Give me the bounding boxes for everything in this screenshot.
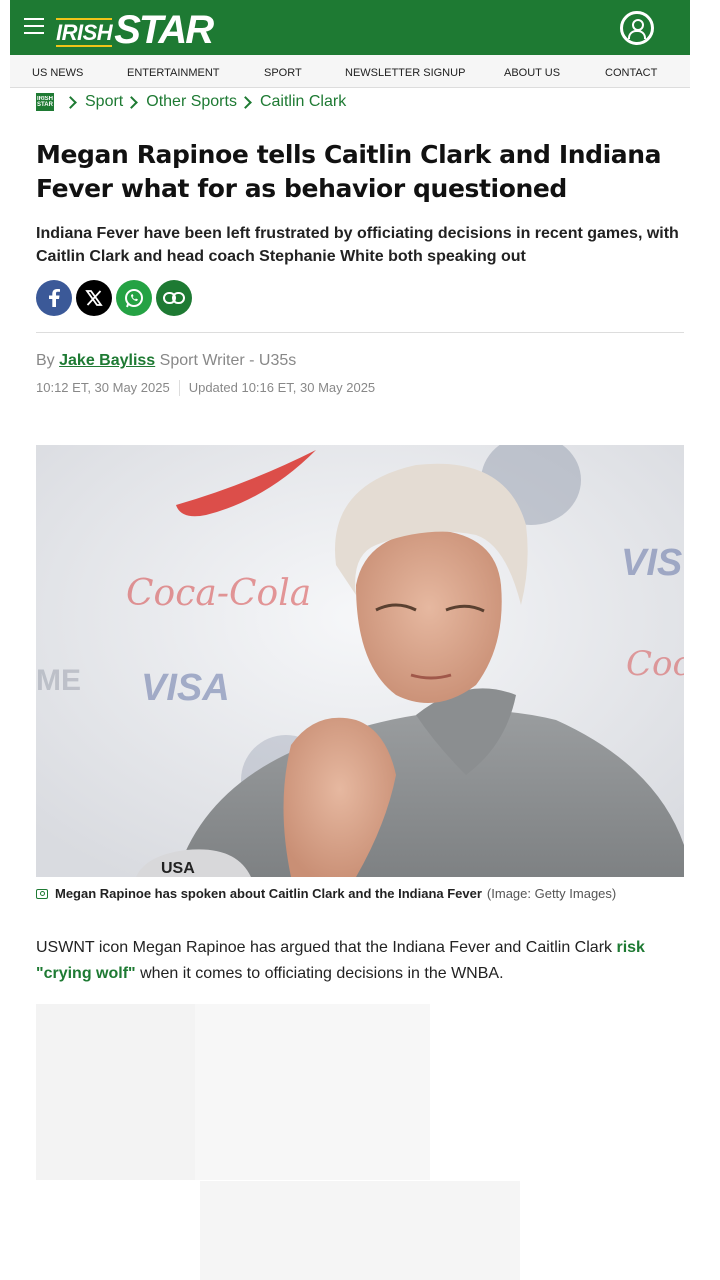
nav-newsletter-signup[interactable]: NEWSLETTER SIGNUP	[345, 67, 465, 79]
caption-text: Megan Rapinoe has spoken about Caitlin C…	[55, 886, 482, 901]
logo-star-text: STAR	[114, 8, 214, 52]
nav-entertainment[interactable]: ENTERTAINMENT	[127, 67, 220, 79]
author-role: Sport Writer - U35s	[159, 352, 297, 369]
hero-photo: Coca-Cola VISA VIS ME Coca USA	[36, 445, 684, 877]
paragraph-text-after: when it comes to officiating decisions i…	[140, 965, 504, 982]
nav-contact[interactable]: CONTACT	[605, 67, 657, 79]
x-icon	[85, 290, 103, 306]
logo-irish-text: IRISH	[56, 18, 113, 50]
nav-sport[interactable]: SPORT	[264, 67, 302, 79]
breadcrumb-sport[interactable]: Sport	[85, 93, 123, 111]
chevron-right-icon	[64, 95, 77, 109]
breadcrumb-home-icon[interactable]: IRISH STAR	[36, 93, 54, 111]
facebook-icon	[49, 289, 60, 307]
breadcrumb-home-logo-text: IRISH STAR	[37, 96, 53, 108]
nav-us-news[interactable]: US NEWS	[32, 67, 83, 79]
article-headline: Megan Rapinoe tells Caitlin Clark and In…	[36, 140, 662, 203]
camera-icon	[36, 888, 48, 899]
x-share-button[interactable]	[76, 280, 112, 316]
hero-image[interactable]: Coca-Cola VISA VIS ME Coca USA	[36, 445, 684, 877]
svg-text:VIS: VIS	[621, 542, 682, 584]
article-paragraph: USWNT icon Megan Rapinoe has argued that…	[36, 935, 686, 987]
link-icon	[163, 292, 185, 304]
byline-prefix: By	[36, 352, 55, 369]
whatsapp-icon	[125, 289, 143, 308]
menu-icon[interactable]	[24, 18, 44, 36]
byline: By Jake Bayliss Sport Writer - U35s	[36, 352, 296, 370]
chevron-right-icon	[125, 95, 139, 109]
published-time: 10:12 ET, 30 May 2025	[36, 380, 170, 395]
breadcrumb: IRISH STAR Sport Other Sports Caitlin Cl…	[36, 92, 346, 112]
article-dates: 10:12 ET, 30 May 2025 Updated 10:16 ET, …	[36, 380, 375, 396]
ad-placeholder	[200, 1181, 520, 1280]
image-caption: Megan Rapinoe has spoken about Caitlin C…	[36, 886, 616, 901]
caption-credit: (Image: Getty Images)	[486, 886, 617, 901]
breadcrumb-caitlin-clark[interactable]: Caitlin Clark	[260, 93, 346, 111]
svg-text:VISA: VISA	[141, 667, 230, 709]
site-header: IRISH STAR	[10, 0, 690, 55]
divider	[36, 332, 684, 333]
account-icon[interactable]	[620, 11, 654, 45]
svg-text:Coca-Cola: Coca-Cola	[126, 573, 311, 614]
whatsapp-share-button[interactable]	[116, 280, 152, 316]
main-nav: US NEWS ENTERTAINMENT SPORT NEWSLETTER S…	[10, 55, 690, 88]
ad-placeholder	[195, 1004, 430, 1180]
date-separator	[178, 380, 180, 396]
author-link[interactable]: Jake Bayliss	[59, 352, 155, 369]
svg-text:ME: ME	[36, 664, 81, 697]
svg-text:Coca: Coca	[626, 644, 684, 684]
nav-about-us[interactable]: ABOUT US	[504, 67, 560, 79]
facebook-share-button[interactable]	[36, 280, 72, 316]
site-logo[interactable]: IRISH STAR	[56, 6, 214, 52]
svg-text:USA: USA	[161, 860, 195, 877]
updated-time: Updated 10:16 ET, 30 May 2025	[188, 380, 376, 395]
chevron-right-icon	[239, 95, 252, 109]
copy-link-button[interactable]	[156, 280, 192, 316]
paragraph-text-before: USWNT icon Megan Rapinoe has argued that…	[36, 939, 613, 956]
article-standfirst: Indiana Fever have been left frustrated …	[36, 225, 679, 265]
share-bar	[36, 280, 192, 316]
breadcrumb-other-sports[interactable]: Other Sports	[146, 93, 237, 111]
